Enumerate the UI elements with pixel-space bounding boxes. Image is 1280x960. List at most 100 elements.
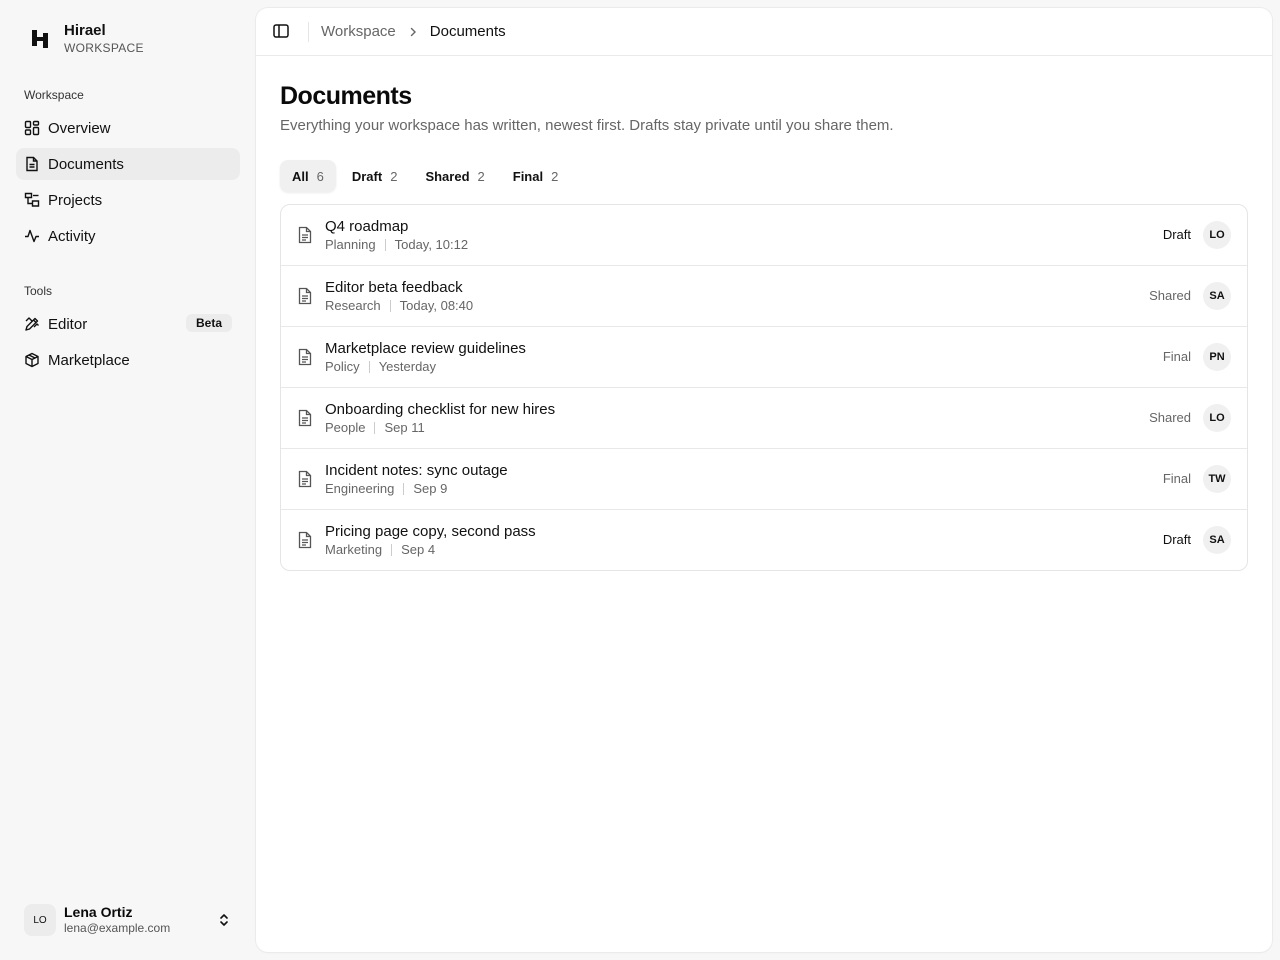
tab-shared[interactable]: Shared 2	[413, 160, 496, 192]
nav-section-workspace-title: Workspace	[24, 88, 84, 102]
document-date: Sep 11	[384, 420, 425, 435]
meta-divider	[391, 543, 393, 556]
sidebar-toggle-icon[interactable]	[272, 22, 292, 42]
document-date: Today, 10:12	[394, 237, 469, 252]
tab-label: All	[292, 168, 309, 184]
document-icon	[297, 470, 313, 488]
document-category: Policy	[325, 359, 360, 374]
tab-all[interactable]: All 6	[280, 160, 336, 192]
brand-name: Hirael	[64, 22, 106, 39]
status-label: Shared	[1149, 410, 1191, 425]
tab-count: 2	[477, 168, 485, 184]
meta-divider	[389, 299, 391, 312]
sidebar-item-activity[interactable]: Activity	[16, 220, 240, 252]
document-icon	[297, 409, 313, 427]
document-list: Q4 roadmap Planning Today, 10:12 Draft L…	[280, 204, 1248, 571]
document-title: Editor beta feedback	[325, 279, 463, 296]
document-icon	[24, 156, 40, 172]
pen-ruler-icon	[24, 316, 40, 332]
document-date: Yesterday	[378, 359, 437, 374]
chevrons-up-down-icon[interactable]	[216, 912, 232, 928]
meta-divider	[403, 482, 405, 495]
meta-divider	[368, 360, 370, 373]
avatar: LO	[24, 904, 56, 936]
chevron-right-icon	[408, 27, 418, 37]
brand[interactable]: Hirael WORKSPACE	[24, 22, 144, 56]
meta-divider	[374, 421, 376, 434]
avatar: LO	[1203, 221, 1231, 249]
topbar-divider	[308, 21, 309, 42]
document-icon	[297, 348, 313, 366]
document-title: Pricing page copy, second pass	[325, 523, 536, 540]
main-panel: Workspace Documents Documents Everything…	[256, 8, 1272, 952]
list-item[interactable]: Editor beta feedback Research Today, 08:…	[281, 266, 1247, 327]
list-item[interactable]: Onboarding checklist for new hires Peopl…	[281, 388, 1247, 449]
tab-label: Final	[512, 168, 544, 184]
document-date: Sep 4	[401, 542, 436, 557]
page-description: Everything your workspace has written, n…	[280, 117, 894, 134]
list-item[interactable]: Q4 roadmap Planning Today, 10:12 Draft L…	[281, 205, 1247, 266]
tab-label: Shared	[425, 168, 470, 184]
breadcrumb-current: Documents	[429, 23, 506, 40]
list-item[interactable]: Marketplace review guidelines Policy Yes…	[281, 327, 1247, 388]
tab-count: 2	[390, 168, 398, 184]
nav-section-tools-title: Tools	[24, 284, 53, 298]
document-category: People	[325, 420, 366, 435]
avatar: SA	[1203, 282, 1231, 310]
status-label: Draft	[1162, 227, 1191, 242]
document-icon	[297, 531, 313, 549]
tab-count: 6	[316, 168, 324, 184]
topbar: Workspace Documents	[256, 8, 1272, 56]
tab-count: 2	[551, 168, 559, 184]
sidebar-item-label: Documents	[48, 155, 124, 173]
document-icon	[297, 287, 313, 305]
sidebar-item-marketplace[interactable]: Marketplace	[16, 344, 240, 376]
document-title: Marketplace review guidelines	[325, 340, 526, 357]
sidebar-item-projects[interactable]: Projects	[16, 184, 240, 216]
user-menu[interactable]: LO Lena Ortiz lena@example.com	[24, 900, 240, 940]
document-date: Sep 9	[413, 481, 448, 496]
document-category: Marketing	[325, 542, 383, 557]
avatar: PN	[1203, 343, 1231, 371]
sidebar-item-documents[interactable]: Documents	[16, 148, 240, 180]
tab-draft[interactable]: Draft 2	[340, 160, 410, 192]
sidebar-item-label: Marketplace	[48, 351, 130, 369]
beta-badge: Beta	[185, 314, 232, 332]
list-item[interactable]: Pricing page copy, second pass Marketing…	[281, 510, 1247, 570]
filter-tabs: All 6 Draft 2 Shared 2 Final 2	[280, 160, 570, 192]
breadcrumb-parent[interactable]: Workspace	[321, 23, 396, 40]
avatar: LO	[1203, 404, 1231, 432]
tab-label: Draft	[351, 168, 383, 184]
meta-divider	[384, 238, 386, 251]
document-title: Q4 roadmap	[325, 218, 409, 235]
brand-subtitle: WORKSPACE	[64, 41, 144, 55]
document-category: Planning	[325, 237, 376, 252]
user-email: lena@example.com	[64, 921, 171, 935]
sidebar-item-label: Editor	[48, 315, 88, 333]
avatar: TW	[1203, 465, 1231, 493]
status-label: Shared	[1149, 288, 1191, 303]
status-label: Draft	[1162, 532, 1191, 547]
document-title: Onboarding checklist for new hires	[325, 401, 556, 418]
sidebar-item-label: Overview	[48, 119, 111, 137]
list-item[interactable]: Incident notes: sync outage Engineering …	[281, 449, 1247, 510]
tab-final[interactable]: Final 2	[501, 160, 571, 192]
package-icon	[24, 352, 40, 368]
document-category: Research	[325, 298, 381, 313]
sidebar-item-label: Projects	[48, 191, 103, 209]
dashboard-icon	[24, 120, 40, 136]
sidebar-item-editor[interactable]: Editor Beta	[16, 308, 240, 340]
avatar: SA	[1203, 526, 1231, 554]
app-root: Hirael WORKSPACE Workspace Overview Docu…	[0, 0, 1280, 960]
document-icon	[297, 226, 313, 244]
status-label: Final	[1162, 471, 1191, 486]
document-title: Incident notes: sync outage	[325, 462, 508, 479]
user-name: Lena Ortiz	[64, 904, 133, 920]
document-date: Today, 08:40	[399, 298, 474, 313]
sidebar-item-label: Activity	[48, 227, 96, 245]
status-label: Final	[1162, 349, 1191, 364]
folder-tree-icon	[24, 192, 40, 208]
breadcrumb: Workspace Documents	[321, 23, 506, 40]
brand-logo-icon	[24, 23, 56, 55]
sidebar-item-overview[interactable]: Overview	[16, 112, 240, 144]
